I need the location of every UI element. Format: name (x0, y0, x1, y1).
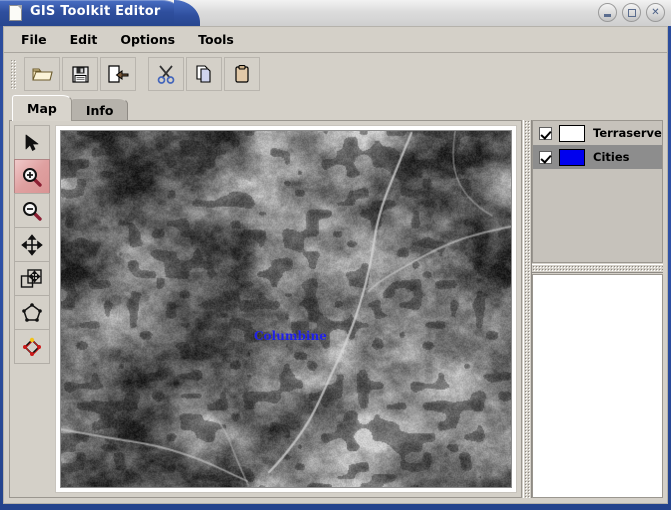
polygon-icon (21, 302, 43, 324)
save-button[interactable] (62, 57, 98, 91)
client-area: File Edit Options Tools Map Info Columbi… (3, 26, 668, 504)
aerial-imagery (61, 131, 511, 487)
toolbar-grip[interactable] (10, 59, 17, 89)
layer-color-swatch-cities[interactable] (559, 148, 585, 166)
magnifier-plus-icon (21, 166, 43, 188)
layer-label-terraserver: Terraserver (593, 126, 663, 140)
document-icon (9, 5, 22, 21)
floppy-disk-icon (71, 65, 90, 84)
tool-zoom-out[interactable] (14, 193, 50, 228)
menu-file[interactable]: File (14, 29, 58, 50)
magnifier-minus-icon (21, 200, 43, 222)
copy-button[interactable] (186, 57, 222, 91)
layer-row-terraserver[interactable]: Terraserver (533, 121, 662, 145)
layer-color-swatch-terraserver[interactable] (559, 124, 585, 142)
minimize-icon (599, 4, 616, 21)
window-controls: ✕ (598, 3, 665, 22)
layer-checkbox-cities[interactable] (539, 150, 552, 164)
tool-polygon[interactable] (14, 295, 50, 330)
clipboard-icon (233, 64, 251, 84)
layer-list[interactable]: Terraserver Cities (532, 120, 663, 263)
side-pane: Terraserver Cities (532, 120, 663, 498)
menu-options[interactable]: Options (113, 29, 186, 50)
tool-palette (14, 125, 52, 364)
minimize-button[interactable] (598, 3, 617, 22)
map-canvas[interactable]: Columbine (60, 130, 512, 488)
tool-zoom-region[interactable] (14, 261, 50, 296)
maximize-icon (623, 4, 640, 21)
tab-info-label: Info (85, 102, 114, 118)
layer-label-cities: Cities (593, 150, 630, 164)
cut-button[interactable] (148, 57, 184, 91)
tool-bar (4, 53, 667, 95)
window-title: GIS Toolkit Editor (30, 4, 161, 19)
close-button[interactable]: ✕ (646, 3, 665, 22)
layer-checkbox-terraserver[interactable] (539, 126, 552, 140)
tool-pan[interactable] (14, 227, 50, 262)
layer-detail-panel[interactable] (532, 274, 663, 498)
document-arrow-icon (106, 64, 130, 84)
open-button[interactable] (24, 57, 60, 91)
four-arrows-icon (21, 233, 43, 256)
tab-map-label: Map (27, 101, 57, 116)
zoom-region-icon (20, 268, 44, 290)
map-pane: Columbine (9, 120, 522, 498)
menu-bar: File Edit Options Tools (4, 27, 667, 53)
tab-map[interactable]: Map (12, 95, 72, 121)
import-button[interactable] (100, 57, 136, 91)
menu-tools[interactable]: Tools (191, 29, 245, 50)
paste-button[interactable] (224, 57, 260, 91)
tool-edit-vertices[interactable] (14, 329, 50, 364)
scissors-icon (156, 64, 176, 84)
tool-select[interactable] (14, 125, 50, 160)
maximize-button[interactable] (622, 3, 641, 22)
horizontal-split-divider[interactable] (532, 264, 663, 273)
close-icon: ✕ (651, 6, 660, 18)
tool-zoom-in[interactable] (14, 159, 50, 194)
copy-pages-icon (194, 64, 214, 84)
vertical-split-divider[interactable] (523, 120, 532, 498)
title-bar: GIS Toolkit Editor ✕ (0, 0, 671, 26)
application-window: GIS Toolkit Editor ✕ File Edit Options T… (0, 0, 671, 510)
tab-strip: Map Info (12, 95, 129, 121)
open-folder-icon (31, 65, 53, 83)
map-viewport[interactable]: Columbine (55, 125, 517, 493)
arrow-cursor-icon (22, 133, 42, 153)
tab-info[interactable]: Info (70, 98, 129, 121)
menu-edit[interactable]: Edit (63, 29, 109, 50)
diamond-vertices-icon (21, 336, 43, 358)
layer-row-cities[interactable]: Cities (533, 145, 662, 169)
